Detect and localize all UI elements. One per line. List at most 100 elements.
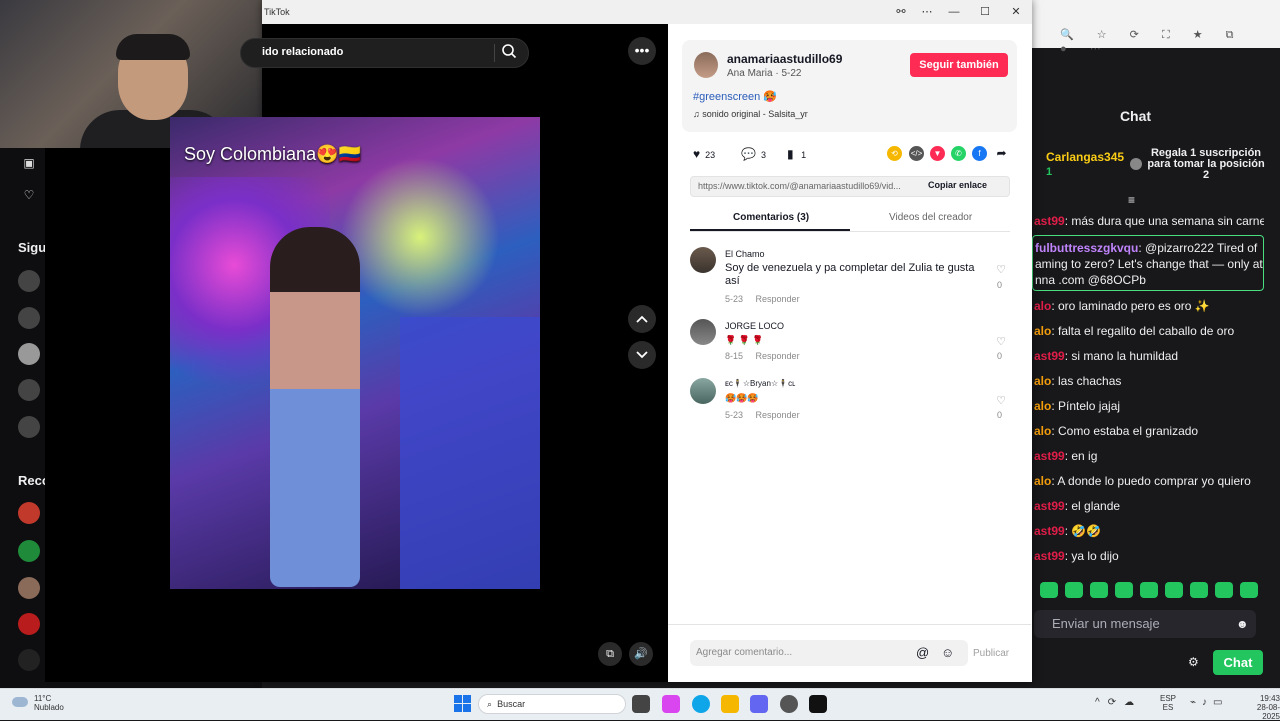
taskbar-search-label: Buscar xyxy=(497,699,526,709)
author-username[interactable]: anamariaastudillo69 xyxy=(727,52,842,66)
sidebar-following-label: Sigu xyxy=(18,240,47,255)
clock[interactable]: 19:43 28-08-2025 xyxy=(1240,694,1280,721)
bookmark-icon[interactable]: ▮ xyxy=(787,147,794,161)
comment-author[interactable]: ᴇᴄ🕴☆Bryan☆🕴ᴄʟ xyxy=(725,379,795,388)
heart-icon[interactable]: ♡ xyxy=(994,335,1008,348)
window-extension-icon[interactable]: ⚯ xyxy=(891,4,911,20)
share-arrow-icon[interactable]: ➦ xyxy=(994,146,1009,161)
chat-message: ast99: más dura que una semana sin carne xyxy=(1034,214,1264,228)
next-video-button[interactable] xyxy=(628,341,656,369)
heart-icon[interactable]: ♡ xyxy=(994,394,1008,407)
following-icon[interactable]: ▣ xyxy=(18,152,40,174)
comment-icon[interactable]: 💬 xyxy=(741,147,756,161)
avatar[interactable] xyxy=(690,247,716,273)
tiktok-app-icon[interactable] xyxy=(809,695,827,713)
emoji-icon[interactable]: ☺ xyxy=(941,645,954,660)
channel-avatar[interactable] xyxy=(18,416,40,438)
heart-icon[interactable]: ♡ xyxy=(994,263,1008,276)
more-options-button[interactable]: ••• xyxy=(628,37,656,65)
emote-bar[interactable] xyxy=(1040,582,1265,600)
window-maximize-icon[interactable]: ☐ xyxy=(975,4,995,20)
emote-icon[interactable] xyxy=(1065,582,1083,598)
facebook-icon[interactable]: f xyxy=(972,146,987,161)
emote-icon[interactable] xyxy=(1165,582,1183,598)
reply-button[interactable]: Responder xyxy=(756,294,800,304)
avatar[interactable] xyxy=(694,52,718,78)
channel-avatar[interactable] xyxy=(18,540,40,562)
send-icon[interactable]: ▼ xyxy=(930,146,945,161)
channel-avatar[interactable] xyxy=(18,307,40,329)
heart-icon[interactable]: ♥ xyxy=(693,147,700,161)
video-frame[interactable] xyxy=(170,117,540,589)
language-indicator[interactable]: ESP ES xyxy=(1160,694,1176,712)
chat-title: Chat xyxy=(1119,108,1152,124)
teams-icon[interactable] xyxy=(750,695,768,713)
music-link[interactable]: ♫ sonido original - Salsita_yr xyxy=(693,109,808,119)
emote-icon[interactable] xyxy=(1240,582,1258,598)
chat-send-button[interactable]: Chat xyxy=(1213,650,1263,675)
tab-creator-videos[interactable]: Videos del creador xyxy=(889,212,972,223)
system-tray-icons[interactable]: ^⟳☁ xyxy=(1095,697,1142,708)
emoji-picker-icon[interactable]: ☻ xyxy=(1236,617,1249,631)
comment-meta: 5-23 Responder xyxy=(725,294,800,304)
task-view-icon[interactable] xyxy=(632,695,650,713)
heart-icon[interactable]: ♡ xyxy=(18,184,40,206)
emote-icon[interactable] xyxy=(1190,582,1208,598)
emote-icon[interactable] xyxy=(1215,582,1233,598)
channel-avatar[interactable] xyxy=(18,613,40,635)
pip-icon[interactable]: ⧉ xyxy=(598,642,622,666)
edge-icon[interactable] xyxy=(692,695,710,713)
volume-icon[interactable]: 🔊 xyxy=(629,642,653,666)
comment-date: 5-23 xyxy=(725,410,744,420)
comment-author[interactable]: El Chamo xyxy=(725,249,765,259)
embed-icon[interactable]: </> xyxy=(909,146,924,161)
window-close-icon[interactable]: ✕ xyxy=(1006,4,1026,20)
network-volume-battery-icons[interactable]: ⌁♪▭ xyxy=(1190,697,1228,708)
channel-avatar[interactable] xyxy=(18,379,40,401)
hashtag-link[interactable]: #greenscreen 🥵 xyxy=(693,90,777,103)
channel-avatar[interactable] xyxy=(18,502,40,524)
channel-avatar[interactable] xyxy=(18,343,40,365)
post-link-text[interactable]: https://www.tiktok.com/@anamariaastudill… xyxy=(698,181,922,191)
browser-toolbar-icons[interactable]: 🔍 ☆ ⟳ ⛶ ★ ⧉ ● ⋯ xyxy=(1060,28,1270,55)
save-stat[interactable]: ▮ 1 xyxy=(787,147,806,161)
chat-message-input[interactable]: Enviar un mensaje xyxy=(1034,610,1256,638)
reply-button[interactable]: Responder xyxy=(756,410,800,420)
copilot-icon[interactable] xyxy=(662,695,680,713)
file-explorer-icon[interactable] xyxy=(721,695,739,713)
repost-icon[interactable]: ⟲ xyxy=(887,146,902,161)
chat-message: alo: las chachas xyxy=(1034,374,1122,388)
search-icon: ⌕ xyxy=(487,699,493,709)
channel-avatar[interactable] xyxy=(18,649,40,671)
previous-video-button[interactable] xyxy=(628,305,656,333)
whatsapp-icon[interactable]: ✆ xyxy=(951,146,966,161)
avatar[interactable] xyxy=(690,319,716,345)
window-more-icon[interactable]: ⋯ xyxy=(917,4,937,20)
taskbar-search[interactable]: ⌕ Buscar xyxy=(478,694,626,714)
emote-icon[interactable] xyxy=(1040,582,1058,598)
follow-button[interactable]: Seguir también xyxy=(910,53,1008,77)
like-stat[interactable]: ♥ 23 xyxy=(693,147,715,161)
search-icon[interactable] xyxy=(501,43,521,63)
avatar[interactable] xyxy=(690,378,716,404)
comment-author[interactable]: JORGE LOCO xyxy=(725,321,784,331)
emote-icon[interactable] xyxy=(1090,582,1108,598)
cloud-icon xyxy=(12,697,28,707)
clock-date: 28-08-2025 xyxy=(1256,703,1280,721)
emote-icon[interactable] xyxy=(1115,582,1133,598)
channel-avatar[interactable] xyxy=(18,577,40,599)
chat-menu-icon[interactable]: ≡ xyxy=(1128,193,1135,207)
app-icon[interactable] xyxy=(780,695,798,713)
window-minimize-icon[interactable]: — xyxy=(944,4,964,20)
tab-comments[interactable]: Comentarios (3) xyxy=(733,212,809,223)
publish-button[interactable]: Publicar xyxy=(973,648,1009,659)
gear-icon[interactable]: ⚙ xyxy=(1188,655,1199,669)
reply-button[interactable]: Responder xyxy=(756,351,800,361)
channel-avatar[interactable] xyxy=(18,270,40,292)
comment-meta: 5-23 Responder xyxy=(725,410,800,420)
copy-link-button[interactable]: Copiar enlace xyxy=(928,180,987,190)
emote-icon[interactable] xyxy=(1140,582,1158,598)
mention-icon[interactable]: @ xyxy=(916,645,929,660)
windows-start-icon[interactable] xyxy=(454,695,471,712)
comment-stat[interactable]: 💬 3 xyxy=(741,147,766,161)
